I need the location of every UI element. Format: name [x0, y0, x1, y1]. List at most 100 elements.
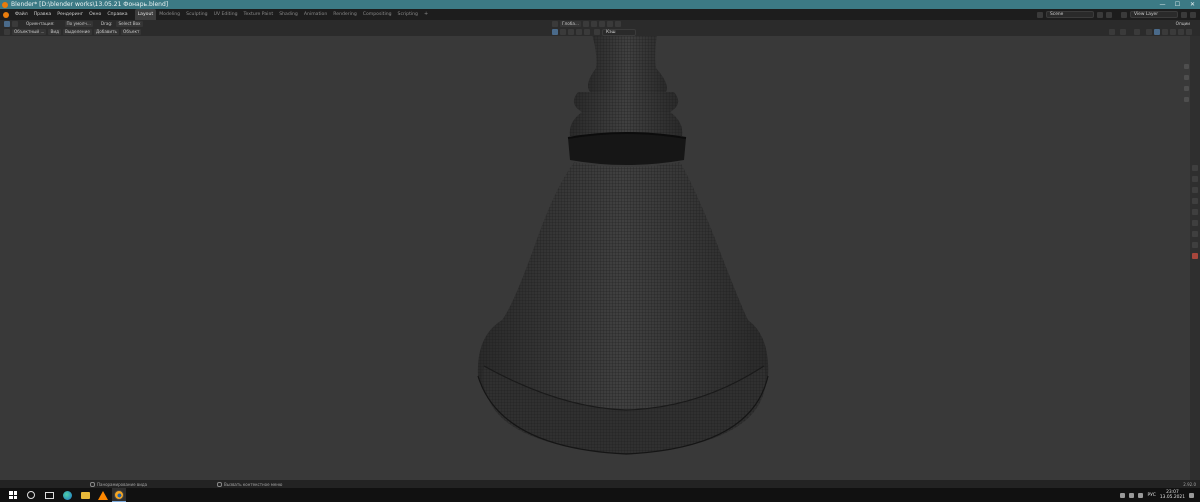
- view-layer-close-icon[interactable]: [1190, 11, 1196, 18]
- pan-hand-icon[interactable]: [1184, 75, 1189, 80]
- window-titlebar: Blender* [D:\blender works\13.05.21 Фона…: [0, 0, 1200, 9]
- tab-rendering[interactable]: Rendering: [330, 9, 359, 20]
- visibility-icon[interactable]: [1109, 29, 1115, 35]
- 3d-viewport[interactable]: [0, 36, 1190, 480]
- perspective-toggle-icon[interactable]: [1184, 97, 1189, 102]
- intersect-mode-icon[interactable]: [584, 29, 590, 35]
- extend-mode-icon[interactable]: [560, 29, 566, 35]
- scene-properties-icon[interactable]: [1192, 209, 1198, 215]
- maximize-button[interactable]: ☐: [1170, 0, 1185, 9]
- subtract-mode-icon[interactable]: [568, 29, 574, 35]
- editor-type-icon[interactable]: [4, 29, 10, 35]
- texture-properties-icon[interactable]: [1192, 253, 1198, 259]
- object-properties-icon[interactable]: [1192, 231, 1198, 237]
- pivot-point-icon[interactable]: [582, 21, 589, 27]
- context-menu-hint: Вызвать контекстное меню: [224, 481, 283, 487]
- blender-icon: [114, 489, 124, 500]
- view-layer-properties-icon[interactable]: [1192, 198, 1198, 204]
- view-menu[interactable]: Вид: [48, 29, 61, 35]
- world-properties-icon[interactable]: [1192, 220, 1198, 226]
- menu-help[interactable]: Справка: [104, 9, 130, 20]
- menu-window[interactable]: Окно: [86, 9, 104, 20]
- taskbar-clock[interactable]: 23:07 13.05.2021: [1160, 490, 1185, 500]
- object-menu[interactable]: Объект: [121, 29, 142, 35]
- mode-dropdown[interactable]: Объектный ...: [12, 29, 47, 35]
- view-layer-field[interactable]: View Layer: [1130, 11, 1178, 18]
- clock-date: 13.05.2021: [1159, 495, 1185, 500]
- shading-options-icon[interactable]: [1186, 29, 1192, 35]
- tab-scripting[interactable]: Scripting: [395, 9, 421, 20]
- task-view-button[interactable]: [44, 490, 54, 500]
- orientation-dropdown[interactable]: По умолч...: [64, 21, 93, 27]
- proportional-falloff-icon[interactable]: [614, 21, 621, 27]
- blender-version: 2.92.0: [1183, 481, 1196, 487]
- notifications-icon[interactable]: [1189, 492, 1194, 498]
- search-icon: [594, 29, 600, 35]
- snap-icon[interactable]: [590, 21, 597, 27]
- search-input[interactable]: Кэш: [602, 28, 636, 36]
- blender-logo-icon[interactable]: [3, 11, 9, 18]
- tab-compositing[interactable]: Compositing: [360, 9, 395, 20]
- solid-shading-icon[interactable]: [1162, 29, 1168, 35]
- tab-modeling[interactable]: Modeling: [156, 9, 183, 20]
- edge-browser-button[interactable]: [62, 490, 72, 500]
- system-tray: РУС 23:07 13.05.2021: [1120, 490, 1194, 500]
- invert-mode-icon[interactable]: [576, 29, 582, 35]
- transform-gizmo-icon[interactable]: [12, 21, 18, 27]
- select-mode-icon[interactable]: [552, 29, 558, 35]
- start-button[interactable]: [8, 490, 18, 500]
- menu-file[interactable]: Файл: [12, 9, 31, 20]
- menu-edit[interactable]: Правка: [31, 9, 54, 20]
- language-indicator[interactable]: РУС: [1147, 493, 1155, 498]
- tab-sculpting[interactable]: Sculpting: [183, 9, 210, 20]
- scene-copy-icon[interactable]: [1097, 11, 1103, 18]
- edge-icon: [62, 490, 72, 500]
- view-layer-copy-icon[interactable]: [1181, 11, 1187, 18]
- view-layer-icon: [1121, 11, 1127, 18]
- scene-name-field[interactable]: Scene: [1046, 11, 1094, 18]
- scene-close-icon[interactable]: [1106, 11, 1112, 18]
- output-properties-icon[interactable]: [1192, 187, 1198, 193]
- proportional-edit-icon[interactable]: [606, 21, 613, 27]
- tab-uv-editing[interactable]: UV Editing: [211, 9, 241, 20]
- select-menu[interactable]: Выделение: [62, 29, 92, 35]
- taskbar-search-button[interactable]: [26, 490, 36, 500]
- close-button[interactable]: ✕: [1185, 0, 1200, 9]
- transform-orientation-icon[interactable]: [552, 21, 558, 27]
- gizmo-icon[interactable]: [1120, 29, 1126, 35]
- folder-icon: [80, 491, 90, 499]
- add-workspace-button[interactable]: +: [421, 9, 431, 20]
- xray-icon[interactable]: [1146, 29, 1152, 35]
- material-shading-icon[interactable]: [1170, 29, 1176, 35]
- scene-selector-group: Scene View Layer: [1037, 9, 1196, 20]
- blender-taskbar-button[interactable]: [112, 488, 126, 502]
- zoom-icon[interactable]: [1184, 64, 1189, 69]
- add-menu[interactable]: Добавить: [93, 29, 120, 35]
- tray-chevron-icon[interactable]: [1120, 492, 1126, 498]
- lantern-base-mesh: [477, 36, 769, 455]
- options-group: Опции: [1172, 20, 1192, 28]
- drag-dropdown[interactable]: Select Box: [116, 21, 143, 27]
- wireframe-shading-icon[interactable]: [1154, 29, 1160, 35]
- file-explorer-button[interactable]: [80, 490, 90, 500]
- tool-properties-icon[interactable]: [1192, 165, 1198, 171]
- tab-animation[interactable]: Animation: [301, 9, 330, 20]
- select-tool-icon[interactable]: [4, 21, 10, 27]
- network-icon[interactable]: [1129, 492, 1135, 498]
- render-properties-icon[interactable]: [1192, 176, 1198, 182]
- modifier-properties-icon[interactable]: [1192, 242, 1198, 248]
- overlay-icon[interactable]: [1134, 29, 1140, 35]
- tab-texture-paint[interactable]: Texture Paint: [241, 9, 277, 20]
- global-dropdown[interactable]: Глоба...: [560, 21, 581, 27]
- pan-hint: Панорамирование вида: [97, 481, 148, 487]
- rendered-shading-icon[interactable]: [1178, 29, 1184, 35]
- tab-shading[interactable]: Shading: [276, 9, 301, 20]
- vlc-button[interactable]: [98, 490, 108, 500]
- volume-icon[interactable]: [1138, 492, 1144, 498]
- tab-layout[interactable]: Layout: [134, 9, 157, 20]
- camera-view-icon[interactable]: [1184, 86, 1189, 91]
- options-dropdown[interactable]: Опции: [1174, 21, 1192, 27]
- menu-render[interactable]: Рендеринг: [54, 9, 86, 20]
- snap-target-icon[interactable]: [598, 21, 605, 27]
- minimize-button[interactable]: —: [1155, 0, 1170, 9]
